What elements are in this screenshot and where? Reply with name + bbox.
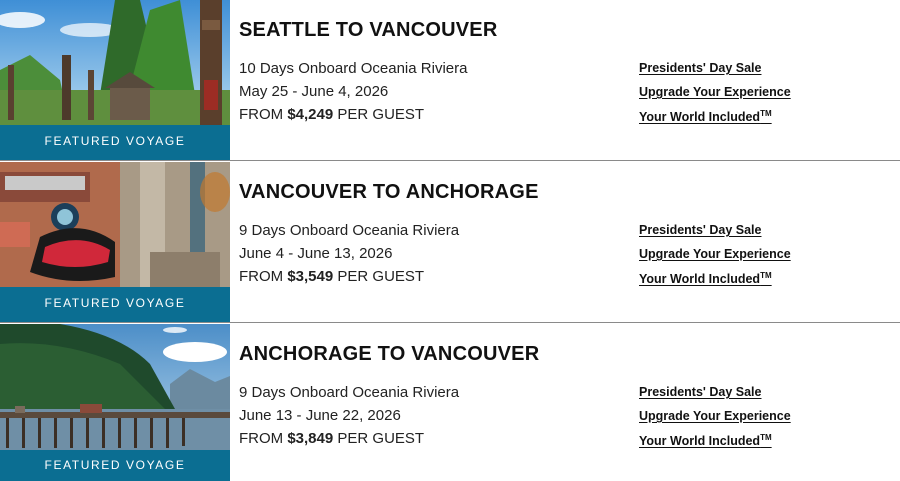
voyage-price: FROM $3,549 PER GUEST xyxy=(239,268,425,285)
voyage-title[interactable]: SEATTLE TO VANCOUVER xyxy=(239,19,497,42)
your-world-included-link[interactable]: Your World IncludedTM xyxy=(639,271,791,286)
presidents-day-sale-link[interactable]: Presidents' Day Sale xyxy=(639,385,791,399)
your-world-included-link[interactable]: Your World IncludedTM xyxy=(639,433,791,448)
pier-forest-lake-photo xyxy=(0,324,230,450)
voyage-thumbnail[interactable]: FEATURED VOYAGE xyxy=(0,324,230,481)
featured-voyage-badge: FEATURED VOYAGE xyxy=(0,125,230,160)
upgrade-experience-link[interactable]: Upgrade Your Experience xyxy=(639,247,791,261)
voyage-card: FEATURED VOYAGE SEATTLE TO VANCOUVER 10 … xyxy=(0,0,900,161)
upgrade-experience-link[interactable]: Upgrade Your Experience xyxy=(639,409,791,423)
featured-voyage-badge: FEATURED VOYAGE xyxy=(0,450,230,481)
voyage-dates: June 13 - June 22, 2026 xyxy=(239,407,401,424)
your-world-included-link[interactable]: Your World IncludedTM xyxy=(639,109,791,124)
voyage-dates: June 4 - June 13, 2026 xyxy=(239,245,393,262)
presidents-day-sale-link[interactable]: Presidents' Day Sale xyxy=(639,61,791,75)
voyage-duration-ship: 10 Days Onboard Oceania Riviera xyxy=(239,60,468,77)
trademark-mark: TM xyxy=(760,271,772,280)
voyage-title[interactable]: VANCOUVER TO ANCHORAGE xyxy=(239,181,539,204)
voyage-links: Presidents' Day Sale Upgrade Your Experi… xyxy=(639,385,791,458)
featured-voyage-badge: FEATURED VOYAGE xyxy=(0,287,230,322)
voyage-links: Presidents' Day Sale Upgrade Your Experi… xyxy=(639,61,791,134)
voyage-card: FEATURED VOYAGE ANCHORAGE TO VANCOUVER 9… xyxy=(0,324,900,481)
presidents-day-sale-link[interactable]: Presidents' Day Sale xyxy=(639,223,791,237)
voyage-card: FEATURED VOYAGE VANCOUVER TO ANCHORAGE 9… xyxy=(0,162,900,323)
trademark-mark: TM xyxy=(760,433,772,442)
voyage-thumbnail[interactable]: FEATURED VOYAGE xyxy=(0,162,230,322)
voyage-duration-ship: 9 Days Onboard Oceania Riviera xyxy=(239,384,460,401)
totem-poles-forest-photo xyxy=(0,0,230,126)
voyage-links: Presidents' Day Sale Upgrade Your Experi… xyxy=(639,223,791,296)
upgrade-experience-link[interactable]: Upgrade Your Experience xyxy=(639,85,791,99)
trademark-mark: TM xyxy=(760,109,772,118)
voyage-thumbnail[interactable]: FEATURED VOYAGE xyxy=(0,0,230,160)
voyage-price: FROM $3,849 PER GUEST xyxy=(239,430,425,447)
voyage-title[interactable]: ANCHORAGE TO VANCOUVER xyxy=(239,343,539,366)
voyage-duration-ship: 9 Days Onboard Oceania Riviera xyxy=(239,222,460,239)
voyage-price: FROM $4,249 PER GUEST xyxy=(239,106,425,123)
voyage-dates: May 25 - June 4, 2026 xyxy=(239,83,389,100)
totem-carving-closeup-photo xyxy=(0,162,230,288)
